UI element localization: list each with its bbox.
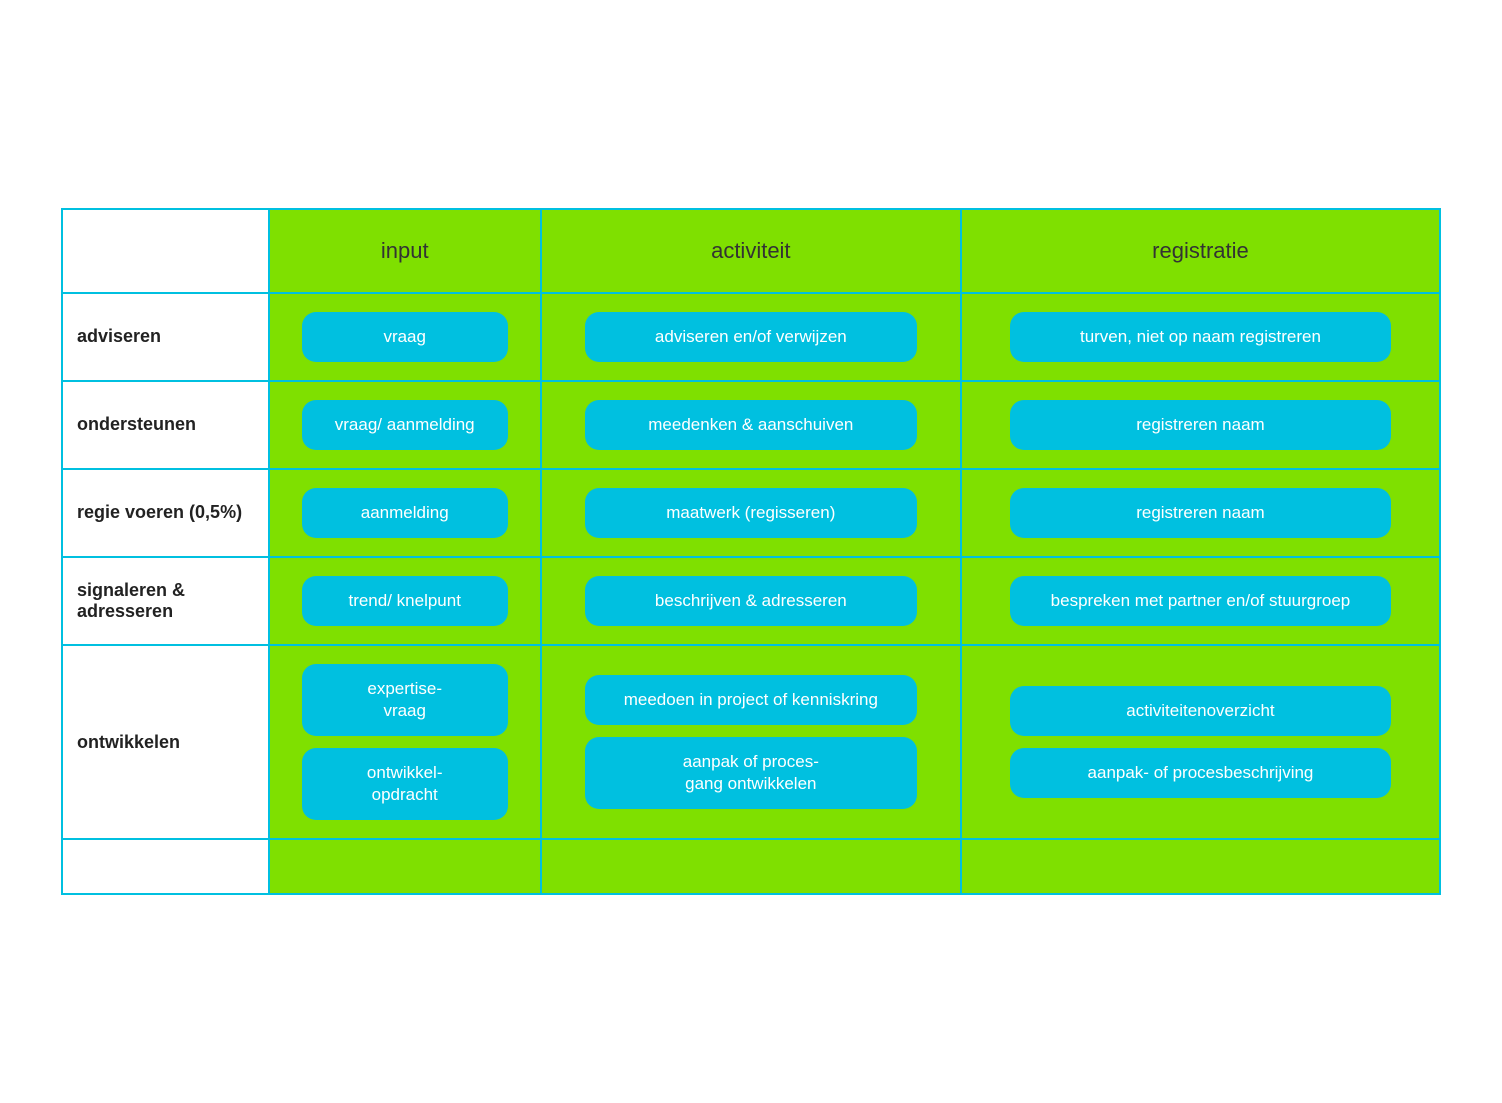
pill-row1-col2-0: meedenken & aanschuiven: [585, 400, 917, 450]
row-label-0: adviseren: [62, 293, 269, 381]
cell-row1-col2: meedenken & aanschuiven: [541, 381, 961, 469]
table-row: ontwikkelen expertise- vraag ontwikkel- op…: [62, 645, 1440, 839]
row-label-3: signaleren & adresseren: [62, 557, 269, 645]
pill-row4-col3-1: aanpak- of procesbeschrijving: [1010, 748, 1392, 798]
pill-row4-col1-0: expertise- vraag: [302, 664, 508, 736]
cell-row2-col1: aanmelding: [269, 469, 541, 557]
pill-wrapper: trend/ knelpunt: [284, 576, 526, 626]
main-table-wrapper: input activiteit registratie adviseren vr…: [61, 208, 1441, 896]
cell-row0-col1: vraag: [269, 293, 541, 381]
cell-row1-col3: registreren naam: [961, 381, 1440, 469]
pill-wrapper: registreren naam: [976, 400, 1425, 450]
cell-row3-col1: trend/ knelpunt: [269, 557, 541, 645]
cell-row4-col3: activiteitenoverzicht aanpak- of procesbe…: [961, 645, 1440, 839]
pill-row0-col3-0: turven, niet op naam registreren: [1010, 312, 1392, 362]
pill-row1-col3-0: registreren naam: [1010, 400, 1392, 450]
row-label-1: ondersteunen: [62, 381, 269, 469]
cell-row2-col2: maatwerk (regisseren): [541, 469, 961, 557]
table-row: signaleren & adresseren trend/ knelpunt be…: [62, 557, 1440, 645]
table-row: ondersteunen vraag/ aanmelding meedenken &…: [62, 381, 1440, 469]
pill-row3-col3-0: bespreken met partner en/of stuurgroep: [1010, 576, 1392, 626]
pill-wrapper: vraag: [284, 312, 526, 362]
pill-wrapper: beschrijven & adresseren: [556, 576, 946, 626]
pill-row2-col3-0: registreren naam: [1010, 488, 1392, 538]
pill-row2-col2-0: maatwerk (regisseren): [585, 488, 917, 538]
table-row: adviseren vraag adviseren en/of verwijzen t…: [62, 293, 1440, 381]
pill-wrapper: registreren naam: [976, 488, 1425, 538]
pill-row3-col1-0: trend/ knelpunt: [302, 576, 508, 626]
cell-row4-col1: expertise- vraag ontwikkel- opdracht: [269, 645, 541, 839]
pill-row4-col2-0: meedoen in project of kenniskring: [585, 675, 917, 725]
header-col2: activiteit: [541, 209, 961, 293]
pill-wrapper: adviseren en/of verwijzen: [556, 312, 946, 362]
pill-wrapper: bespreken met partner en/of stuurgroep: [976, 576, 1425, 626]
empty-label-cell: [62, 839, 269, 894]
matrix-table: input activiteit registratie adviseren vr…: [61, 208, 1441, 896]
cell-row1-col1: vraag/ aanmelding: [269, 381, 541, 469]
pill-row4-col3-0: activiteitenoverzicht: [1010, 686, 1392, 736]
empty-green-cell-0: [269, 839, 541, 894]
cell-row3-col3: bespreken met partner en/of stuurgroep: [961, 557, 1440, 645]
pill-row3-col2-0: beschrijven & adresseren: [585, 576, 917, 626]
pill-row0-col1-0: vraag: [302, 312, 508, 362]
pill-wrapper: activiteitenoverzicht aanpak- of procesbe…: [976, 686, 1425, 798]
pill-wrapper: vraag/ aanmelding: [284, 400, 526, 450]
pill-row1-col1-0: vraag/ aanmelding: [302, 400, 508, 450]
header-col0: [62, 209, 269, 293]
pill-wrapper: maatwerk (regisseren): [556, 488, 946, 538]
row-label-4: ontwikkelen: [62, 645, 269, 839]
cell-row2-col3: registreren naam: [961, 469, 1440, 557]
pill-wrapper: meedoen in project of kenniskring aanpak …: [556, 675, 946, 809]
pill-row2-col1-0: aanmelding: [302, 488, 508, 538]
empty-green-cell-1: [541, 839, 961, 894]
cell-row0-col2: adviseren en/of verwijzen: [541, 293, 961, 381]
header-col1: input: [269, 209, 541, 293]
header-col3: registratie: [961, 209, 1440, 293]
pill-row4-col1-1: ontwikkel- opdracht: [302, 748, 508, 820]
pill-wrapper: meedenken & aanschuiven: [556, 400, 946, 450]
pill-wrapper: turven, niet op naam registreren: [976, 312, 1425, 362]
pill-row0-col2-0: adviseren en/of verwijzen: [585, 312, 917, 362]
pill-wrapper: aanmelding: [284, 488, 526, 538]
row-label-2: regie voeren (0,5%): [62, 469, 269, 557]
pill-wrapper: expertise- vraag ontwikkel- opdracht: [284, 664, 526, 820]
table-row: regie voeren (0,5%) aanmelding maatwerk (r…: [62, 469, 1440, 557]
cell-row3-col2: beschrijven & adresseren: [541, 557, 961, 645]
empty-row: [62, 839, 1440, 894]
cell-row0-col3: turven, niet op naam registreren: [961, 293, 1440, 381]
empty-green-cell-2: [961, 839, 1440, 894]
cell-row4-col2: meedoen in project of kenniskring aanpak …: [541, 645, 961, 839]
pill-row4-col2-1: aanpak of proces- gang ontwikkelen: [585, 737, 917, 809]
header-row: input activiteit registratie: [62, 209, 1440, 293]
